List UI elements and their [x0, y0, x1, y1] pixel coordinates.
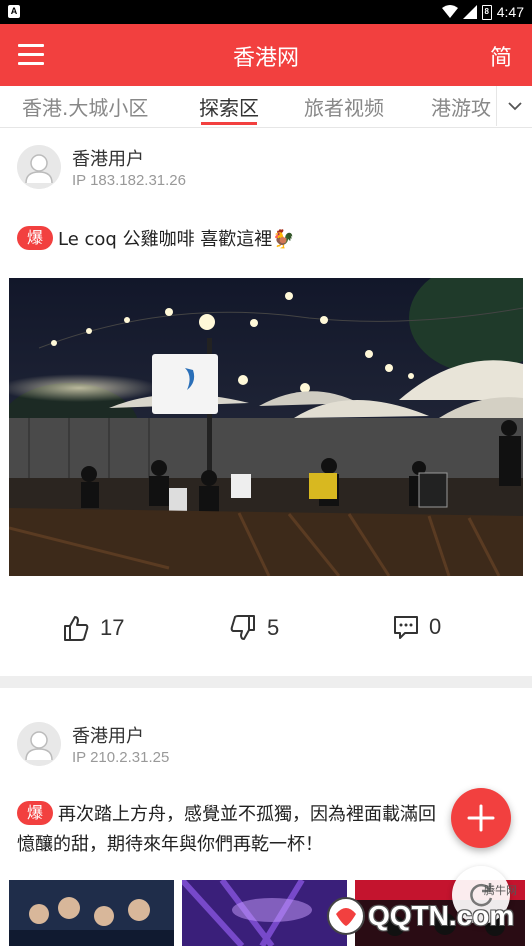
user-avatar[interactable]: [17, 722, 61, 766]
notification-app-icon: A: [8, 5, 20, 18]
dislike-button[interactable]: 5: [229, 614, 279, 642]
comment-button[interactable]: 0: [393, 614, 441, 640]
tab-traveler-videos[interactable]: 旅者视频: [304, 92, 384, 121]
user-avatar-icon: [17, 722, 61, 766]
tab-hk-community[interactable]: 香港.大城小区: [22, 92, 148, 121]
create-post-button[interactable]: [451, 788, 511, 848]
crowd-photo: [9, 880, 174, 946]
app-title: 香港网: [232, 46, 299, 71]
status-time: 4:47: [496, 4, 524, 20]
lang-toggle-button[interactable]: 简: [490, 40, 512, 72]
plus-icon: [467, 804, 495, 832]
like-count: 17: [100, 615, 125, 640]
cafe-night-photo: [9, 278, 523, 576]
user-avatar-icon: [17, 145, 61, 189]
post-text: 再次踏上方舟，感覺並不孤獨，因為裡面載滿回憶釀的甜，期待來年與你們再乾一杯！: [17, 804, 437, 855]
chevron-down-icon: [507, 101, 522, 110]
post-divider: [0, 676, 532, 688]
thumbs-up-icon: [64, 616, 89, 641]
hot-badge: 爆: [17, 801, 54, 825]
post-username[interactable]: 香港用户: [72, 145, 144, 171]
like-button[interactable]: 17: [62, 614, 124, 642]
post-content[interactable]: 爆再次踏上方舟，感覺並不孤獨，因為裡面載滿回憶釀的甜，期待來年與你們再乾一杯！: [17, 800, 442, 860]
wifi-icon: [441, 5, 458, 18]
comment-icon: [394, 616, 418, 639]
status-icons: 8 4:47: [441, 2, 524, 22]
qqtn-watermark: QQTN.com 腾牛网: [320, 885, 525, 942]
post-ip: IP 210.2.31.25: [72, 749, 170, 766]
post-photo[interactable]: [9, 278, 523, 576]
post-text: Le coq 公雞咖啡 喜歡這裡🐓: [58, 229, 295, 250]
tab-explore[interactable]: 探索区: [199, 92, 259, 125]
watermark-brand: QQTN.com: [368, 900, 515, 931]
thumbs-down-icon: [230, 615, 255, 640]
post-ip: IP 183.182.31.26: [72, 172, 186, 189]
category-tabs: 香港.大城小区 探索区 旅者视频 港游攻: [0, 86, 532, 128]
dislike-count: 5: [267, 615, 280, 640]
battery-icon: 8: [481, 4, 492, 20]
hot-badge: 爆: [17, 226, 54, 250]
comment-count: 0: [429, 614, 442, 639]
post-content[interactable]: 爆 Le coq 公雞咖啡 喜歡這裡🐓: [17, 225, 518, 255]
post-actions: 17 5 0: [0, 600, 532, 660]
status-bar: A 8 4:47: [0, 0, 532, 24]
tabs-more-button[interactable]: [496, 86, 532, 126]
post-username[interactable]: 香港用户: [72, 722, 144, 748]
post-photo-thumb[interactable]: [9, 880, 174, 946]
signal-icon: [462, 5, 477, 19]
tab-hk-travel-guide[interactable]: 港游攻: [431, 92, 491, 121]
watermark-sub: 腾牛网: [484, 885, 517, 897]
active-tab-indicator: [201, 122, 257, 125]
app-bar: 香港网 简: [0, 24, 532, 86]
user-avatar[interactable]: [17, 145, 61, 189]
